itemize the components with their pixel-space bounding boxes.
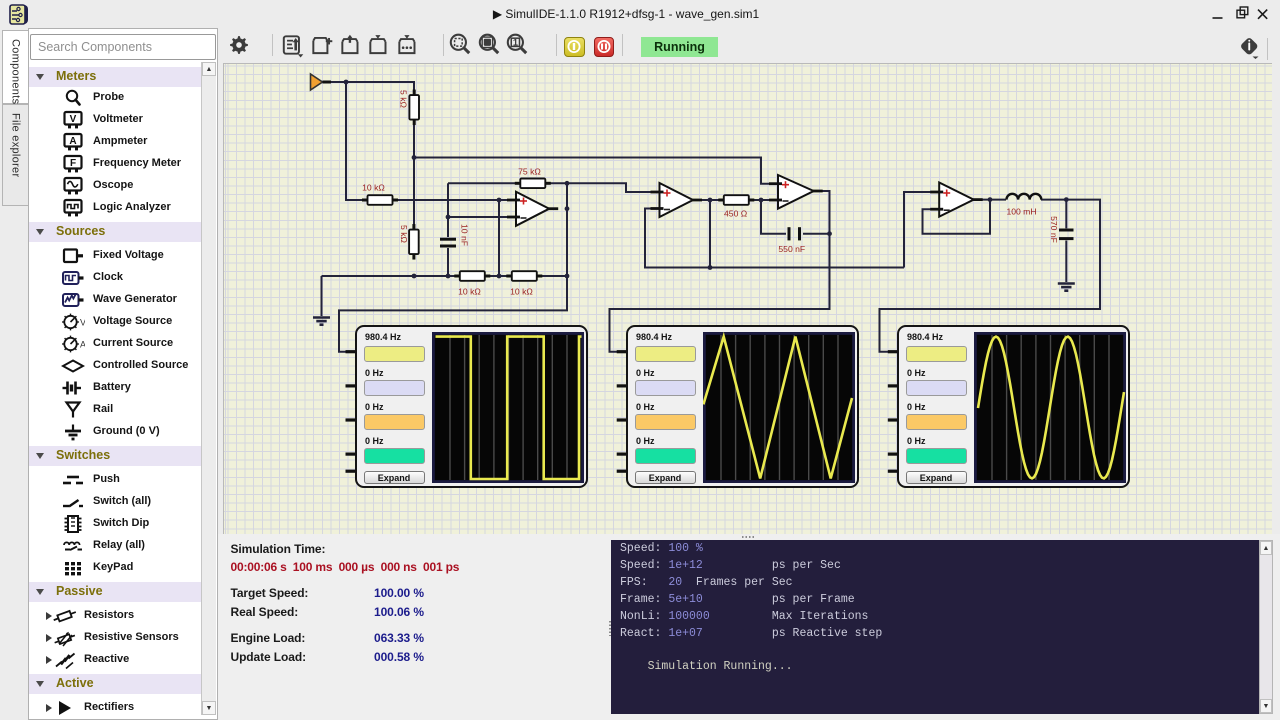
svg-text:A: A bbox=[69, 136, 76, 147]
svg-text:10 kΩ: 10 kΩ bbox=[458, 286, 481, 296]
svg-text:F: F bbox=[70, 158, 76, 169]
svg-text:550 nF: 550 nF bbox=[778, 244, 805, 254]
svg-text:570 nF: 570 nF bbox=[1049, 216, 1059, 243]
svg-text:5 kΩ: 5 kΩ bbox=[399, 225, 409, 243]
svg-text:100 mH: 100 mH bbox=[1006, 206, 1036, 216]
svg-text:10 nF: 10 nF bbox=[460, 224, 470, 246]
svg-text:A: A bbox=[80, 340, 85, 350]
svg-text:450 Ω: 450 Ω bbox=[724, 209, 748, 219]
svg-text:1: 1 bbox=[513, 38, 518, 48]
svg-text:10 kΩ: 10 kΩ bbox=[510, 286, 533, 296]
svg-text:75 kΩ: 75 kΩ bbox=[518, 167, 541, 177]
svg-text:5 kΩ: 5 kΩ bbox=[399, 90, 409, 108]
svg-text:V: V bbox=[80, 318, 85, 328]
svg-text:10 kΩ: 10 kΩ bbox=[362, 183, 385, 193]
svg-text:V: V bbox=[70, 114, 77, 125]
